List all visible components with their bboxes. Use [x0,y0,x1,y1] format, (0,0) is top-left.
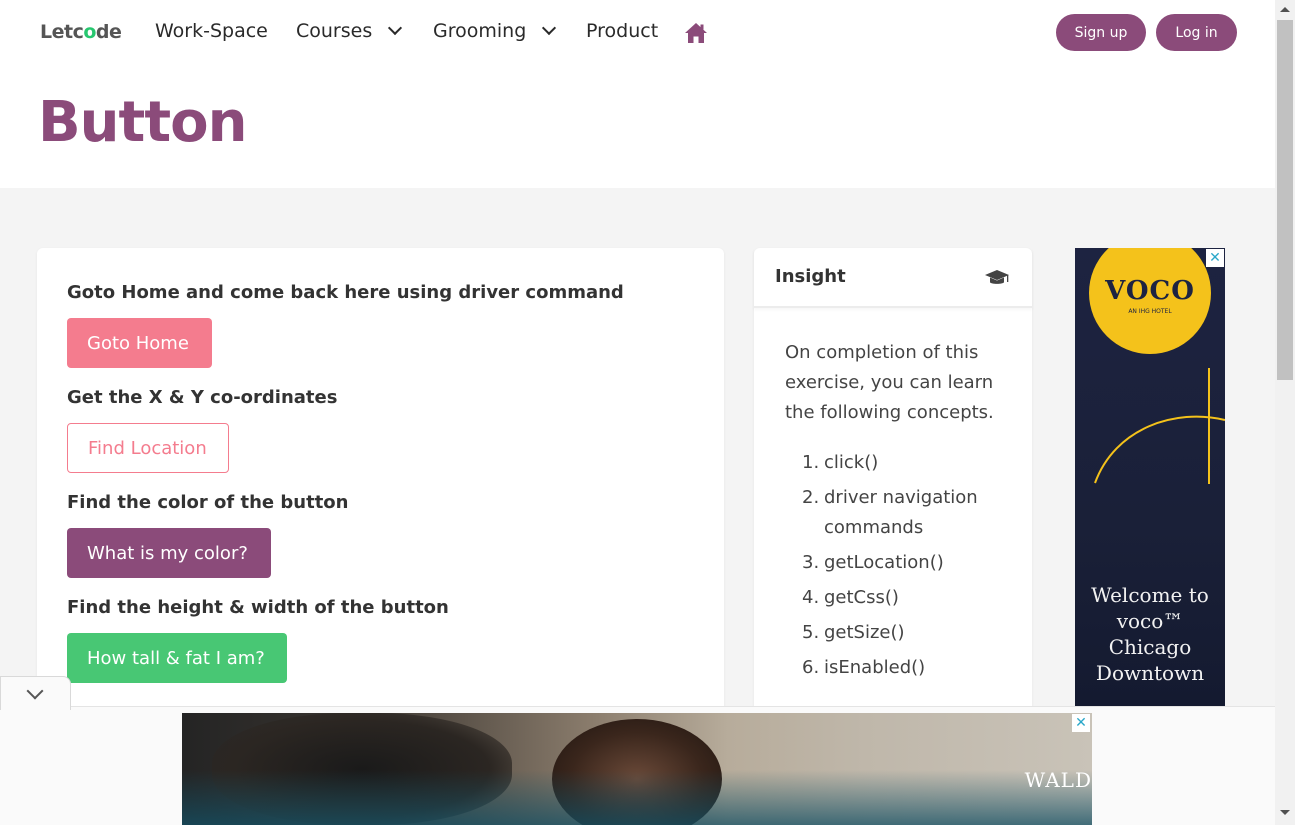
scroll-down-icon[interactable] [1280,810,1290,815]
list-item: 4. getCss() [802,587,899,608]
insight-card: Insight On completion of this exercise, … [754,248,1032,718]
find-location-button[interactable]: Find Location [67,423,229,473]
home-icon[interactable] [684,22,708,44]
scroll-up-icon[interactable] [1280,7,1290,12]
color-button[interactable]: What is my color? [67,528,271,578]
question-label: Goto Home and come back here using drive… [67,282,624,303]
concept-list: 1. click() 2. driver navigation commands 3… [802,448,1012,688]
scroll-thumb[interactable] [1277,20,1293,380]
navbar: Letcode Work-Space Courses Grooming Prod… [0,0,1275,66]
logo[interactable]: Letcode [40,21,122,43]
close-icon[interactable]: ✕ [1206,249,1224,267]
close-icon[interactable]: ✕ [1072,714,1090,732]
side-advertisement[interactable]: VOCO AN IHG HOTEL Welcome to voco™ Chica… [1075,248,1225,706]
scrollbar[interactable] [1275,0,1295,825]
nav-courses[interactable]: Courses [296,20,403,42]
nav-workspace[interactable]: Work-Space [155,20,268,42]
list-item: 6. isEnabled() [802,657,926,678]
login-button[interactable]: Log in [1156,14,1237,51]
ad-brand: WALD [1024,768,1092,792]
list-item: 1. click() [802,452,879,473]
nav-product[interactable]: Product [586,20,658,42]
insight-header: Insight [754,248,1032,308]
question-label: Get the X & Y co-ordinates [67,387,338,408]
insight-title: Insight [775,266,846,287]
chevron-down-icon [26,682,44,700]
ad-image-overlay [182,770,1092,825]
chevron-down-icon [542,20,557,36]
insight-intro: On completion of this exercise, you can … [785,342,994,423]
collapse-ad-button[interactable] [0,676,71,710]
list-item: 5. getSize() [802,622,905,643]
page-title: Button [38,90,247,155]
exercise-card: Goto Home and come back here using drive… [37,248,724,718]
list-item: 3. getLocation() [802,552,944,573]
title-band: Button [0,66,1275,188]
nav-grooming[interactable]: Grooming [433,20,557,42]
list-item: 2. driver navigation commands [802,487,978,538]
decorative-arc [1094,368,1225,484]
size-button[interactable]: How tall & fat I am? [67,633,287,683]
ad-brand-sub: AN IHG HOTEL [1128,308,1172,315]
question-label: Find the height & width of the button [67,597,449,618]
goto-home-button[interactable]: Goto Home [67,318,212,368]
bottom-advertisement[interactable]: WALD ✕ [182,713,1092,825]
chevron-down-icon [388,20,403,36]
ad-brand: VOCO [1105,276,1195,306]
question-label: Find the color of the button [67,492,349,513]
ad-welcome-text: Welcome to voco™ Chicago Downtown [1091,583,1209,685]
graduation-cap-icon [985,270,1009,284]
signup-button[interactable]: Sign up [1056,14,1146,51]
